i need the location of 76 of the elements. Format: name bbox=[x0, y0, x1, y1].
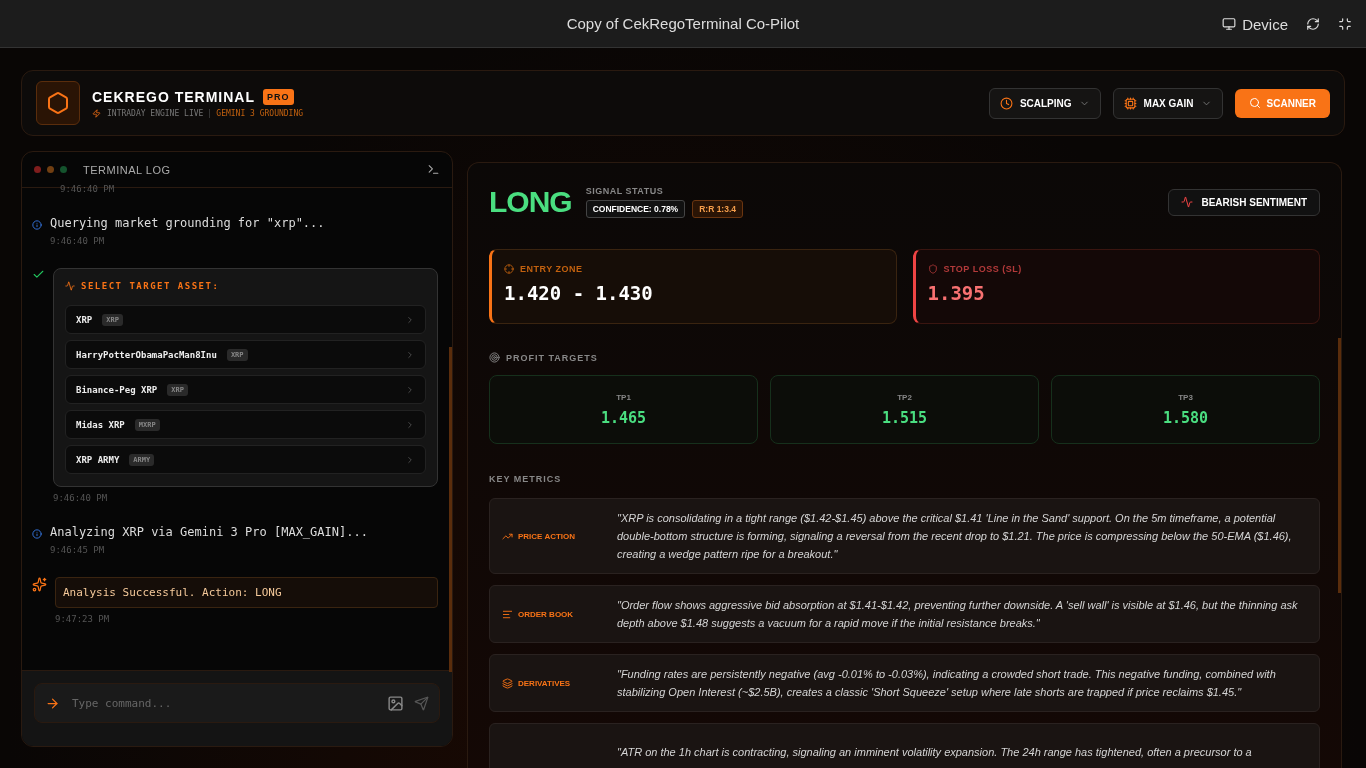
app-title: Copy of CekRegoTerminal Co-Pilot bbox=[566, 15, 800, 32]
arrow-icon bbox=[45, 695, 60, 711]
target-label: TP2 bbox=[897, 392, 912, 402]
chevron-right-icon bbox=[405, 349, 415, 360]
scrollbar[interactable] bbox=[449, 347, 452, 672]
stop-loss-value: 1.395 bbox=[927, 282, 986, 304]
target-value: 1.580 bbox=[1162, 408, 1209, 427]
window-dot-icon bbox=[47, 166, 54, 173]
chip-icon bbox=[1123, 96, 1137, 110]
pulse-icon bbox=[1181, 196, 1194, 208]
log-message: Analyzing XRP via Gemini 3 Pro [MAX_GAIN]... bbox=[50, 525, 369, 539]
log-timestamp: 9:47:23 PM bbox=[55, 614, 111, 624]
info-icon bbox=[32, 529, 42, 539]
mode-dropdown[interactable]: SCALPING bbox=[988, 87, 1101, 119]
signal-status-label: SIGNAL STATUS bbox=[585, 186, 665, 196]
command-field[interactable]: Type command... bbox=[70, 695, 377, 711]
stop-loss-label: STOP LOSS (SL) bbox=[927, 264, 1307, 274]
sparkle-icon bbox=[32, 577, 47, 592]
bolt-icon bbox=[92, 108, 101, 118]
metric-text: "Order flow shows aggressive bid absorption at $1.41-$1.42, preventing further downside. A 'sell wall' is visible at $1.46, but the thinning ask depth above $1.48 suggests a vacuum for a rapid move if the initial resistance breaks." bbox=[617, 598, 1299, 631]
pulse-icon bbox=[65, 281, 75, 291]
terminal-title: TERMINAL LOG bbox=[83, 163, 172, 176]
metric-text: "Funding rates are persistently negative (avg -0.01% to -0.03%), indicating a crowded short trade. This negative funding, combined with stabilizing Open Interest (~$2.5B), creates a classic 'Short Squeeze' setup where late shorts are trapped if price reclaims $1.45." bbox=[617, 667, 1277, 700]
image-icon[interactable] bbox=[387, 694, 404, 712]
sentiment-button[interactable]: BEARISH SENTIMENT bbox=[1168, 188, 1320, 216]
engine-status: INTRADAY ENGINE LIVE bbox=[107, 108, 204, 118]
target-value: 1.515 bbox=[881, 408, 928, 427]
shield-icon bbox=[927, 264, 938, 274]
info-icon bbox=[32, 220, 42, 230]
grounding-status: GEMINI 3 GROUNDING bbox=[216, 108, 304, 118]
entry-zone-value: 1.420 - 1.430 bbox=[504, 282, 654, 304]
metric-label: DERIVATIVES bbox=[502, 677, 617, 689]
crosshair-icon bbox=[504, 264, 514, 274]
command-bar[interactable]: Type command... bbox=[34, 683, 440, 723]
search-icon bbox=[1248, 97, 1261, 109]
log-timestamp: 9:46:45 PM bbox=[50, 545, 106, 555]
metric-label: ORDER BOOK bbox=[502, 608, 617, 620]
target-value: 1.465 bbox=[600, 408, 647, 427]
mode-dropdown[interactable]: MAX GAIN bbox=[1112, 87, 1223, 119]
pro-badge: PRO bbox=[263, 88, 294, 105]
monitor-icon bbox=[1222, 17, 1237, 31]
confidence-tag: CONFIDENCE: 0.78% bbox=[585, 200, 686, 218]
target-label: TP3 bbox=[1178, 392, 1193, 402]
window-dot-icon bbox=[60, 166, 67, 173]
success-message: Analysis Successful. Action: LONG bbox=[55, 577, 438, 608]
target-icon bbox=[489, 352, 500, 363]
window-dot-icon bbox=[34, 166, 41, 173]
list-icon bbox=[502, 608, 513, 620]
section-title: KEY METRICS bbox=[489, 474, 562, 484]
signal-action: LONG bbox=[489, 185, 572, 219]
device-button[interactable]: Device bbox=[1222, 15, 1288, 33]
picker-title: SELECT TARGET ASSET: bbox=[81, 281, 220, 291]
metric-text: "ATR on the 1h chart is contracting, signaling an imminent volatility expansion. The 24h range has tightened, often a precursor to a bbox=[617, 745, 1253, 760]
risk-reward-tag: R:R 1:3.4 bbox=[692, 200, 743, 218]
target-label: TP1 bbox=[616, 392, 631, 402]
chevron-right-icon bbox=[405, 454, 415, 465]
brand-name: CEKREGO TERMINAL bbox=[92, 88, 255, 105]
clock-icon bbox=[999, 96, 1013, 110]
terminal-icon bbox=[427, 163, 440, 176]
chevron-right-icon bbox=[405, 314, 415, 325]
log-timestamp: 9:46:40 PM bbox=[50, 236, 106, 246]
chevron-right-icon bbox=[405, 384, 415, 395]
metric-label: PRICE ACTION bbox=[502, 530, 617, 542]
layers-icon bbox=[502, 677, 513, 689]
section-title: PROFIT TARGETS bbox=[506, 352, 598, 363]
log-message: Querying market grounding for "xrp"... bbox=[50, 216, 326, 230]
chevron-right-icon bbox=[405, 419, 415, 430]
refresh-button[interactable] bbox=[1306, 17, 1320, 31]
log-timestamp: 9:46:40 PM bbox=[53, 493, 109, 503]
metric-text: "XRP is consolidating in a tight range ($1.42-$1.45) above the critical $1.41 'Line in the Sand' support. On the 5m timeframe, a potential double-bottom structure is forming, signaling a reversal from the recent drop to $1.21. The price is compressing below the 50-EMA ($1.46), creating a wedge pattern ripe for a breakout." bbox=[617, 511, 1293, 562]
log-timestamp: 9:46:40 PM bbox=[60, 184, 116, 194]
check-icon bbox=[32, 268, 45, 281]
minimize-button[interactable] bbox=[1338, 17, 1352, 31]
entry-zone-label: ENTRY ZONE bbox=[504, 264, 884, 274]
hexagon-logo-icon bbox=[36, 81, 80, 125]
scrollbar[interactable] bbox=[1338, 338, 1341, 593]
